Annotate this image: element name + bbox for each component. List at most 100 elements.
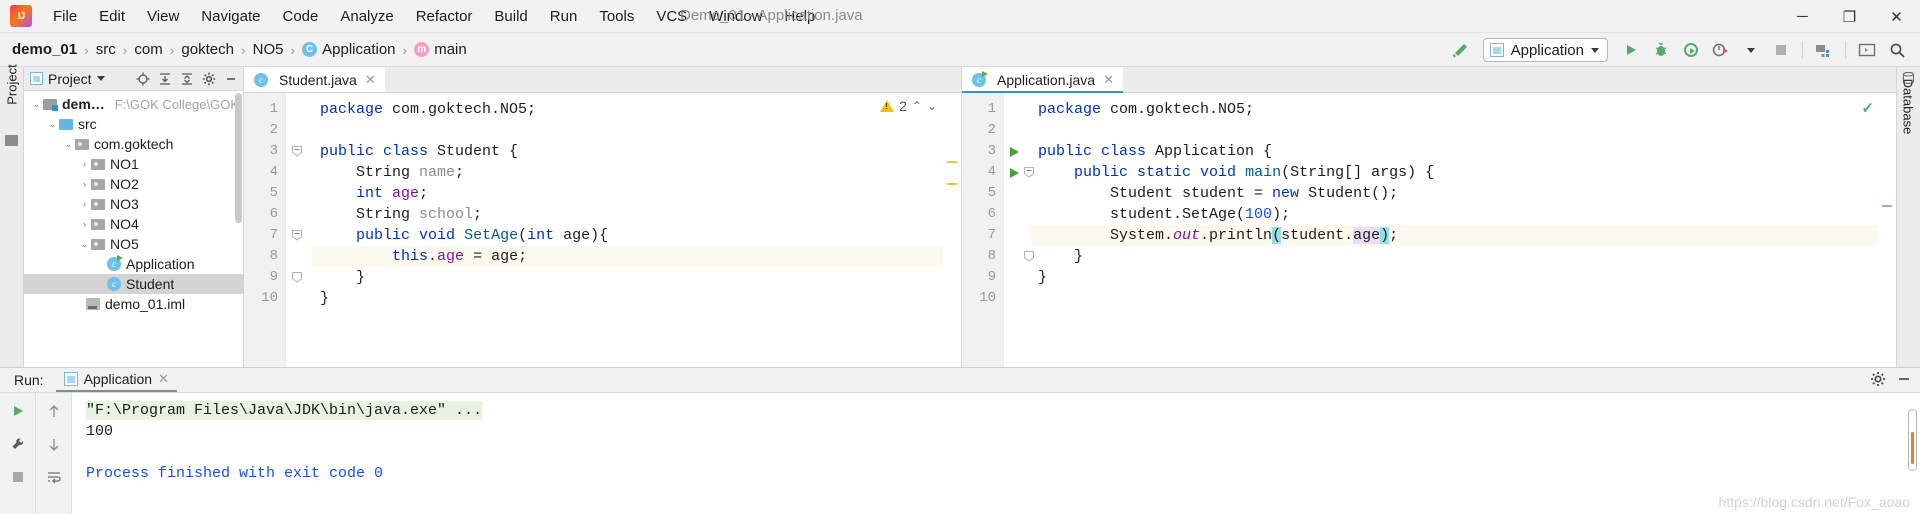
stop-icon[interactable]	[1768, 37, 1794, 63]
profiler-dropdown-icon[interactable]	[1738, 37, 1764, 63]
fold-handle-icon[interactable]	[291, 229, 303, 241]
run-icon[interactable]	[1618, 37, 1644, 63]
menu-item-tools[interactable]: Tools	[588, 4, 645, 29]
menu-item-build[interactable]: Build	[483, 4, 538, 29]
tree-node-student[interactable]: c Student	[24, 274, 243, 294]
project-structure-icon[interactable]	[1811, 37, 1837, 63]
run-configuration-selector[interactable]: Application	[1482, 38, 1608, 62]
fold-region-method[interactable]	[286, 225, 312, 246]
fold-gutter-left[interactable]	[286, 93, 312, 367]
tab-student-java[interactable]: c Student.java ✕	[244, 67, 385, 92]
inspection-widget-left[interactable]: 2 ⌃ ⌄	[880, 98, 937, 114]
tab-application-java[interactable]: c Application.java ✕	[962, 67, 1123, 93]
maximize-button[interactable]: ❐	[1826, 0, 1873, 33]
tree-node-iml[interactable]: demo_01.iml	[24, 294, 243, 314]
scroll-down-icon[interactable]	[43, 433, 65, 455]
tree-node-no3[interactable]: › NO3	[24, 194, 243, 214]
hammer-icon[interactable]	[1447, 37, 1473, 63]
debug-icon[interactable]	[1648, 37, 1674, 63]
editor-body-left[interactable]: 1 2 3 4 5 6 7 8 9 10 package com.goktech…	[244, 93, 961, 367]
breadcrumb-item-src[interactable]: src	[96, 41, 116, 58]
tool-window-button-project[interactable]: Project	[3, 57, 22, 113]
breadcrumb-item-main[interactable]: m main	[414, 41, 467, 58]
run-method-icon[interactable]	[1010, 168, 1019, 178]
menu-item-run[interactable]: Run	[539, 4, 589, 29]
run-class-icon[interactable]	[1010, 147, 1019, 157]
error-stripe-right[interactable]	[1878, 93, 1896, 367]
run-tab-application[interactable]: Application ✕	[55, 368, 177, 392]
breadcrumb-item-demo01[interactable]: demo_01	[12, 41, 77, 58]
collapse-all-icon[interactable]	[177, 69, 196, 88]
tree-node-application[interactable]: c Application	[24, 254, 243, 274]
search-everywhere-icon[interactable]	[1884, 37, 1910, 63]
terminal-icon[interactable]	[1854, 37, 1880, 63]
fold-region-end[interactable]	[286, 267, 312, 288]
tree-node-no1[interactable]: › NO1	[24, 154, 243, 174]
code-content-left[interactable]: package com.goktech.NO5; public class St…	[312, 93, 961, 367]
menu-item-view[interactable]: View	[136, 4, 190, 29]
locate-icon[interactable]	[133, 69, 152, 88]
project-panel-title-group[interactable]: Project	[30, 71, 130, 87]
breadcrumb-item-goktech[interactable]: goktech	[181, 41, 234, 58]
inspection-ok-icon[interactable]: ✓	[1861, 99, 1874, 117]
tree-node-no2[interactable]: › NO2	[24, 174, 243, 194]
menu-item-analyze[interactable]: Analyze	[329, 4, 404, 29]
tree-node-no5[interactable]: ⌄ NO5	[24, 234, 243, 254]
minimize-button[interactable]: ─	[1779, 0, 1826, 33]
close-icon[interactable]: ✕	[1103, 72, 1114, 88]
console-scrollbar[interactable]	[1908, 409, 1917, 471]
gutter-run-class[interactable]	[1004, 141, 1030, 162]
fold-region-class[interactable]	[286, 141, 312, 162]
fold-gutter-right[interactable]	[1004, 93, 1034, 367]
close-icon[interactable]: ✕	[365, 72, 376, 88]
hide-icon[interactable]	[221, 69, 240, 88]
chevron-right-icon[interactable]: ›	[78, 199, 91, 209]
project-tree-scrollbar[interactable]	[235, 93, 242, 223]
structure-icon[interactable]	[5, 135, 18, 146]
chevron-down-icon[interactable]: ⌄	[62, 139, 75, 150]
menu-item-file[interactable]: File	[42, 4, 88, 29]
hide-icon[interactable]	[1896, 371, 1912, 391]
settings-icon[interactable]	[199, 69, 218, 88]
expand-all-icon[interactable]	[155, 69, 174, 88]
stop-icon[interactable]	[7, 466, 29, 488]
tree-node-demo01[interactable]: ⌄ demo_01 F:\GOK College\GOK	[24, 94, 243, 114]
scroll-up-icon[interactable]	[43, 400, 65, 422]
chevron-right-icon[interactable]: ›	[78, 159, 91, 169]
fold-handle-icon[interactable]	[291, 271, 303, 283]
rerun-icon[interactable]	[7, 400, 29, 422]
gutter-run-method[interactable]	[1004, 162, 1034, 183]
menu-item-code[interactable]: Code	[271, 4, 329, 29]
chevron-down-icon[interactable]: ⌄	[30, 99, 43, 110]
fold-region-end-right[interactable]	[1004, 246, 1034, 267]
soft-wrap-icon[interactable]	[43, 466, 65, 488]
menu-item-edit[interactable]: Edit	[88, 4, 136, 29]
tree-node-no4[interactable]: › NO4	[24, 214, 243, 234]
code-content-right[interactable]: package com.goktech.NO5; public class Ap…	[1030, 93, 1896, 367]
tool-window-button-database[interactable]: Database	[1901, 75, 1916, 139]
editor-body-right[interactable]: 1 2 3 4 5 6 7 8 9 10 package com.goktech…	[962, 93, 1896, 367]
run-with-coverage-icon[interactable]	[1678, 37, 1704, 63]
breadcrumb-item-com[interactable]: com	[134, 41, 162, 58]
project-tree[interactable]: ⌄ demo_01 F:\GOK College\GOK ⌄ src ⌄ com…	[24, 91, 243, 367]
chevron-down-icon[interactable]: ⌄	[46, 119, 59, 130]
previous-problem-icon[interactable]: ⌃	[912, 99, 922, 113]
edit-configuration-icon[interactable]	[7, 433, 29, 455]
chevron-down-icon[interactable]: ⌄	[78, 239, 91, 250]
close-button[interactable]: ✕	[1873, 0, 1920, 33]
close-icon[interactable]: ✕	[158, 371, 169, 387]
chevron-right-icon[interactable]: ›	[78, 179, 91, 189]
menu-item-navigate[interactable]: Navigate	[190, 4, 271, 29]
tree-node-com-goktech[interactable]: ⌄ com.goktech	[24, 134, 243, 154]
profiler-icon[interactable]	[1708, 37, 1734, 63]
fold-handle-icon[interactable]	[291, 145, 303, 157]
tree-node-src[interactable]: ⌄ src	[24, 114, 243, 134]
chevron-right-icon[interactable]: ›	[78, 219, 91, 229]
console-output[interactable]: "F:\Program Files\Java\JDK\bin\java.exe"…	[72, 393, 1920, 514]
menu-item-refactor[interactable]: Refactor	[405, 4, 484, 29]
breadcrumb-item-no5[interactable]: NO5	[253, 41, 284, 58]
next-problem-icon[interactable]: ⌄	[927, 99, 937, 113]
breadcrumb-item-application[interactable]: C Application	[302, 41, 396, 58]
error-stripe-left[interactable]	[943, 93, 961, 367]
settings-icon[interactable]	[1870, 371, 1886, 391]
